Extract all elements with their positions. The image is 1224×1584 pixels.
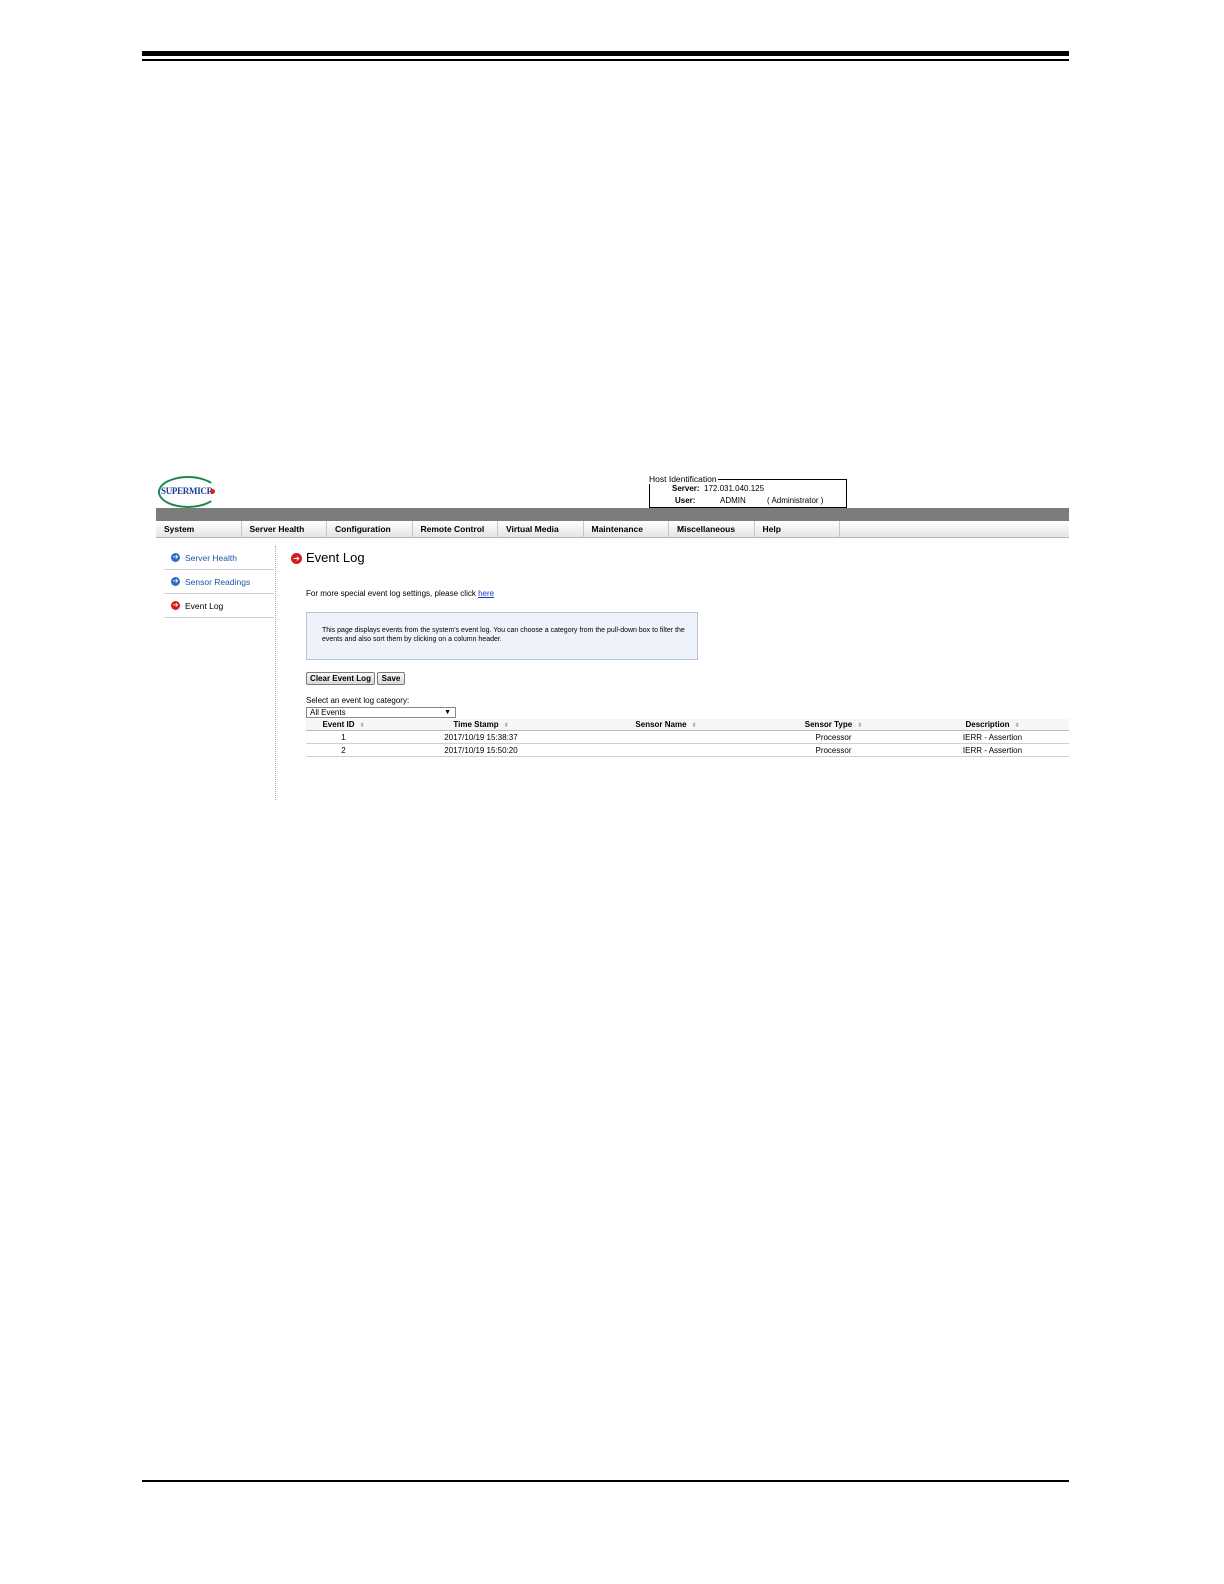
user-label: User: bbox=[675, 496, 696, 505]
menu-miscellaneous[interactable]: Miscellaneous bbox=[669, 521, 755, 537]
sidebar-item-label: Server Health bbox=[185, 553, 237, 563]
menu-system[interactable]: System bbox=[156, 521, 242, 537]
column-header-description[interactable]: Description ⬍ bbox=[916, 719, 1069, 731]
cell-time-stamp: 2017/10/19 15:38:37 bbox=[381, 730, 581, 744]
column-header-sensor-type[interactable]: Sensor Type ⬍ bbox=[751, 719, 916, 731]
sidebar-item-label: Event Log bbox=[185, 601, 224, 611]
cell-sensor-name bbox=[581, 730, 751, 744]
server-value: 172.031.040.125 bbox=[704, 484, 765, 493]
sort-icon: ⬍ bbox=[691, 723, 697, 729]
server-label: Server: bbox=[672, 484, 700, 493]
logo-text: SUPERMICR bbox=[161, 486, 213, 496]
main-menu: System Server Health Configuration Remot… bbox=[156, 521, 1069, 538]
menu-server-health[interactable]: Server Health bbox=[242, 521, 327, 537]
supermicro-logo: SUPERMICR bbox=[156, 474, 218, 508]
cell-event-id: 1 bbox=[306, 730, 381, 744]
cell-description: IERR - Assertion bbox=[916, 730, 1069, 744]
sidebar-item-sensor-readings[interactable]: ➔ Sensor Readings bbox=[164, 570, 274, 594]
sidebar-item-label: Sensor Readings bbox=[185, 577, 251, 587]
category-select[interactable]: All Events ▼ bbox=[306, 707, 456, 718]
header-rule-thick bbox=[142, 51, 1069, 56]
hint-text: For more special event log settings, ple… bbox=[306, 589, 479, 598]
settings-hint: For more special event log settings, ple… bbox=[306, 589, 494, 598]
cell-time-stamp: 2017/10/19 15:50:20 bbox=[381, 743, 581, 757]
blue-arrow-icon: ➔ bbox=[171, 577, 180, 586]
category-label: Select an event log category: bbox=[306, 696, 410, 705]
cell-sensor-type: Processor bbox=[751, 730, 916, 744]
user-value: ADMIN bbox=[720, 496, 746, 505]
dropdown-arrow-icon: ▼ bbox=[444, 709, 451, 716]
menu-configuration[interactable]: Configuration bbox=[327, 521, 413, 537]
cell-description: IERR - Assertion bbox=[916, 743, 1069, 757]
cell-sensor-name bbox=[581, 743, 751, 757]
header-rule-thin bbox=[142, 59, 1069, 61]
sort-icon: ⬍ bbox=[857, 723, 863, 729]
table-header-row: Event ID ⬍ Time Stamp ⬍ Sensor Name ⬍ Senso… bbox=[306, 719, 1069, 731]
user-role: ( Administrator ) bbox=[767, 496, 824, 505]
sort-icon: ⬍ bbox=[359, 723, 365, 729]
red-arrow-icon: ➔ bbox=[291, 553, 302, 564]
top-banner-bar bbox=[156, 508, 1069, 521]
page-title: Event Log bbox=[306, 550, 365, 565]
menu-help[interactable]: Help bbox=[755, 521, 840, 537]
category-select-value: All Events bbox=[310, 708, 346, 717]
column-header-event-id[interactable]: Event ID ⬍ bbox=[306, 719, 381, 731]
settings-link[interactable]: here bbox=[478, 589, 494, 598]
save-button[interactable]: Save bbox=[377, 672, 405, 685]
menu-remote-control[interactable]: Remote Control bbox=[413, 521, 498, 537]
host-legend: Host Identification bbox=[649, 474, 718, 484]
info-text: This page displays events from the syste… bbox=[322, 627, 685, 643]
sidebar-item-server-health[interactable]: ➔ Server Health bbox=[164, 546, 274, 570]
sidebar: ➔ Server Health ➔ Sensor Readings ➔ Even… bbox=[164, 546, 274, 618]
sidebar-divider bbox=[275, 546, 276, 800]
cell-event-id: 2 bbox=[306, 743, 381, 757]
menu-maintenance[interactable]: Maintenance bbox=[584, 521, 669, 537]
cell-sensor-type: Processor bbox=[751, 743, 916, 757]
table-row: 2 2017/10/19 15:50:20 Processor IERR - A… bbox=[306, 743, 1069, 757]
host-identification: Host Identification Server: 172.031.040.… bbox=[649, 474, 847, 508]
info-box: This page displays events from the syste… bbox=[306, 612, 698, 660]
column-header-time-stamp[interactable]: Time Stamp ⬍ bbox=[381, 719, 581, 731]
logo-dot bbox=[210, 489, 215, 494]
event-log-table: Event ID ⬍ Time Stamp ⬍ Sensor Name ⬍ Senso… bbox=[306, 719, 1069, 757]
blue-arrow-icon: ➔ bbox=[171, 553, 180, 562]
table-row: 1 2017/10/19 15:38:37 Processor IERR - A… bbox=[306, 730, 1069, 744]
red-arrow-icon: ➔ bbox=[171, 601, 180, 610]
sidebar-item-event-log[interactable]: ➔ Event Log bbox=[164, 594, 274, 618]
footer-rule bbox=[142, 1480, 1069, 1482]
sort-icon: ⬍ bbox=[1014, 723, 1020, 729]
ipmi-screenshot: SUPERMICR Host Identification Server: 17… bbox=[156, 470, 1069, 800]
menu-virtual-media[interactable]: Virtual Media bbox=[498, 521, 584, 537]
column-header-sensor-name[interactable]: Sensor Name ⬍ bbox=[581, 719, 751, 731]
sort-icon: ⬍ bbox=[503, 723, 509, 729]
clear-event-log-button[interactable]: Clear Event Log bbox=[306, 672, 375, 685]
